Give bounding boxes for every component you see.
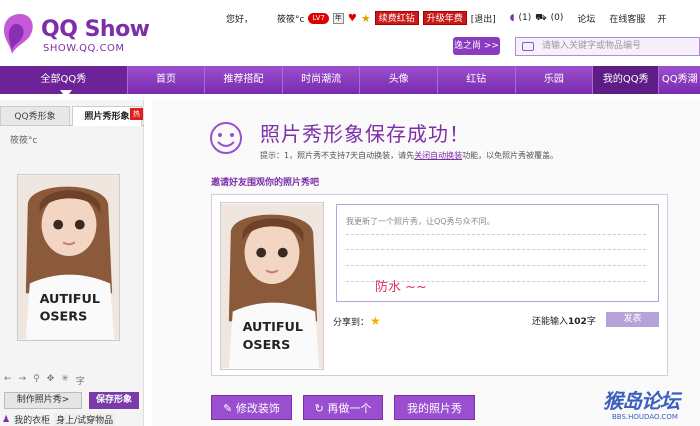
tip-suffix: 功能，以免照片秀被覆盖。 <box>462 151 559 160</box>
qqshow-logo-icon <box>4 14 33 54</box>
save-image-button[interactable]: 保存形象 <box>89 392 139 409</box>
left-tabs: QQ秀形象 照片秀形象 热 <box>0 106 144 126</box>
hot-badge: 热 <box>130 108 143 120</box>
stars-icon[interactable]: ★ <box>361 12 371 25</box>
divider <box>346 265 646 266</box>
year-icon[interactable]: 年 <box>332 12 344 24</box>
cart-icon[interactable]: ⛟ <box>535 13 546 24</box>
wardrobe-link[interactable]: 我的衣柜 <box>14 413 50 426</box>
nav-my-qqshow[interactable]: 我的QQ秀 <box>592 66 659 94</box>
divider <box>346 234 646 235</box>
svg-text:AUTIFUL: AUTIFUL <box>40 292 100 307</box>
diamond-icon[interactable]: ♥ <box>348 13 357 24</box>
effect-icon[interactable]: ✳ <box>61 374 69 386</box>
svg-text:OSERS: OSERS <box>243 338 291 353</box>
success-title: 照片秀形象保存成功！ <box>260 122 470 146</box>
svg-text:AUTIFUL: AUTIFUL <box>243 320 303 335</box>
search-input[interactable]: 请输入关键字或物品编号 <box>515 37 700 56</box>
extra-link[interactable]: 开 <box>657 12 666 25</box>
left-photo-preview: AUTIFUL OSERS <box>17 174 120 341</box>
edit-decoration-label: 修改装饰 <box>235 402 280 415</box>
main-nav: 全部QQ秀 首页 推荐搭配 时尚潮流 头像 红钻 乐园 我的QQ秀 QQ秀潮 <box>0 66 700 98</box>
photo-toolbar: ← → ⚲ ✥ ✳ 字 <box>4 374 140 387</box>
message-count[interactable]: (1) <box>519 13 532 23</box>
remain-number: 102 <box>568 317 587 327</box>
cart-count[interactable]: (0) <box>551 13 564 23</box>
nav-recommend[interactable]: 推荐搭配 <box>204 66 282 94</box>
nav-avatar[interactable]: 头像 <box>359 66 437 94</box>
watermark-logo: 猴岛论坛 <box>603 389 680 413</box>
message-icon[interactable]: ◖ <box>510 13 515 23</box>
left-bottom-links: ♟ 我的衣柜 身上/试穿物品 <box>2 413 144 426</box>
pencil-icon: ✎ <box>223 402 236 415</box>
divider <box>346 249 646 250</box>
upgrade-year-button[interactable]: 升级年费 <box>422 11 467 25</box>
watermark-url: BBS.HOUDAO.COM <box>612 413 678 421</box>
typed-text: 防水 ~~ <box>375 280 427 295</box>
undo-icon[interactable]: ← <box>4 374 12 386</box>
logout-link[interactable]: [退出] <box>471 12 496 25</box>
nav-fashion[interactable]: 时尚潮流 <box>281 66 360 94</box>
zoom-icon[interactable]: ⚲ <box>33 374 40 386</box>
service-link[interactable]: 在线客服 <box>609 12 645 25</box>
renew-red-diamond-button[interactable]: 续费红钻 <box>374 11 419 25</box>
left-username: 筱筱°c <box>10 136 38 146</box>
wardrobe-icon: ♟ <box>2 414 11 425</box>
tab-qqshow-image[interactable]: QQ秀形象 <box>0 106 70 126</box>
make-another-label: 再做一个 <box>327 402 372 415</box>
tip-prefix: 提示：1，照片秀不支持7天自动换装，请先 <box>260 151 415 160</box>
nav-red-diamond[interactable]: 红钻 <box>436 66 515 94</box>
message-placeholder: 我更新了一个照片秀，让QQ秀与众不同。 <box>346 217 495 226</box>
header: QQ Show SHOW.QQ.COM 您好， 筱筱°c LV7 年 ♥ ★ 续… <box>0 0 700 66</box>
disable-autochange-link[interactable]: 关闭自动换装 <box>414 151 462 160</box>
publish-button[interactable]: 发表 <box>606 312 659 327</box>
logo-title: QQ Show <box>41 17 150 42</box>
invite-heading: 邀请好友围观你的照片秀吧 <box>211 178 320 188</box>
nav-home[interactable]: 首页 <box>126 66 205 94</box>
redo-icon[interactable]: → <box>19 374 27 386</box>
search-placeholder: 请输入关键字或物品编号 <box>542 41 642 51</box>
username-link[interactable]: 筱筱°c <box>277 12 304 25</box>
main-photo-preview: AUTIFUL OSERS <box>220 202 324 370</box>
tryon-link[interactable]: 身上/试穿物品 <box>54 413 116 426</box>
make-photo-button[interactable]: 制作照片秀> <box>4 392 82 409</box>
greeting-text: 您好， <box>226 14 254 25</box>
level-badge[interactable]: LV7 <box>308 12 329 24</box>
chevron-down-icon <box>60 90 72 98</box>
nav-park[interactable]: 乐园 <box>514 66 593 94</box>
top-user-bar: 您好， 筱筱°c LV7 年 ♥ ★ 续费红钻 升级年费 [退出] ◖ (1) … <box>226 11 666 25</box>
edit-decoration-button[interactable]: ✎ 修改装饰 <box>211 395 292 420</box>
remain-suffix: 字 <box>586 317 596 327</box>
share-label: 分享到： <box>333 318 370 328</box>
text-icon[interactable]: 字 <box>76 374 85 387</box>
move-icon[interactable]: ✥ <box>47 374 55 386</box>
remaining-count: 还能输入102字 <box>532 314 596 327</box>
smiley-icon <box>210 122 242 154</box>
refresh-icon: ↻ <box>314 402 328 415</box>
logo-subtitle: SHOW.QQ.COM <box>43 43 125 54</box>
qzone-star-icon[interactable]: ★ <box>370 314 381 328</box>
svg-text:OSERS: OSERS <box>40 310 88 325</box>
forum-link[interactable]: 论坛 <box>577 12 595 25</box>
remain-prefix: 还能输入 <box>532 317 569 327</box>
featured-pill-button[interactable]: 逸之尚 >> <box>453 37 500 55</box>
tip-text: 提示：1，照片秀不支持7天自动换装，请先关闭自动换装功能，以免照片秀被覆盖。 <box>260 150 558 161</box>
my-photo-show-button[interactable]: 我的照片秀 <box>394 395 475 420</box>
make-another-button[interactable]: ↻ 再做一个 <box>303 395 383 420</box>
nav-qqshow-trend[interactable]: QQ秀潮 <box>658 66 700 94</box>
search-icon <box>522 42 534 51</box>
